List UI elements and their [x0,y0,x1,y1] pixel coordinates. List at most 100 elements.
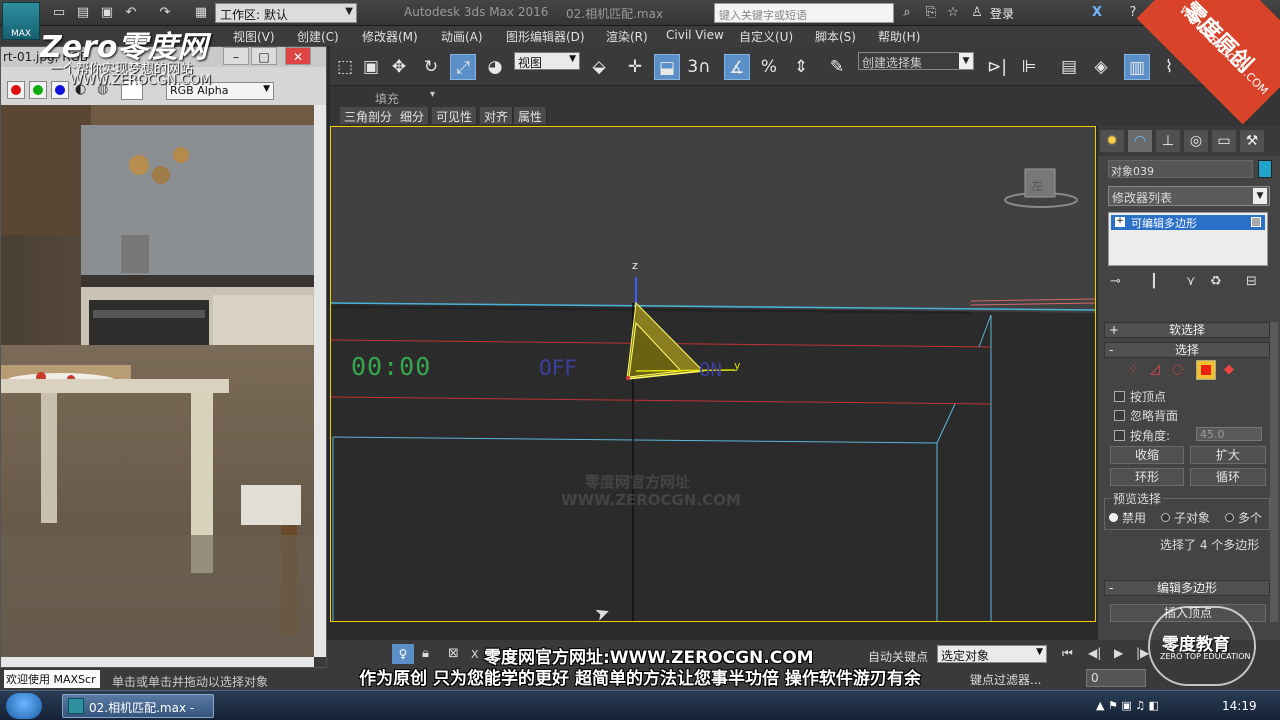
percent-snap-icon[interactable]: % [756,54,782,80]
menu-help[interactable]: 帮助(H) [878,28,920,45]
motion-tab-icon[interactable]: ◎ [1184,130,1208,152]
menu-civil-view[interactable]: Civil View [666,28,724,42]
ribbon-align-button[interactable]: 对齐 [480,107,514,124]
scene-explorer-icon[interactable]: ▥ [1124,54,1150,80]
edit-polygons-rollout[interactable]: - 编辑多边形 [1104,580,1270,596]
object-name-field[interactable]: 对象039 [1108,160,1253,178]
modifier-list-dropdown[interactable]: 修改器列表 ▼ [1108,186,1270,206]
ribbon-visibility-button[interactable]: 可见性 [432,107,478,124]
stack-item-editable-poly[interactable]: + 可编辑多边形 [1111,215,1265,230]
mirror-icon[interactable]: ⊳| [984,54,1010,80]
start-button[interactable] [6,693,42,719]
pin-stack-icon[interactable]: ⊸ [1110,274,1121,289]
taskbar-item-3dsmax[interactable]: 02.相机匹配.max - ... [62,694,214,720]
reference-coordinate-dropdown[interactable]: 视图 ▼ [514,52,580,70]
grow-button[interactable]: 扩大 [1190,446,1266,464]
play-icon[interactable]: ▶ [1114,646,1123,660]
minimize-icon[interactable]: – [223,47,249,65]
display-tab-icon[interactable]: ▭ [1212,130,1236,152]
soft-selection-rollout[interactable]: + 软选择 [1104,322,1270,338]
star-icon[interactable]: ☆ [944,4,962,22]
rotate-icon[interactable]: ↻ [418,54,444,80]
undo-icon[interactable]: ↶ [122,4,140,22]
by-angle-checkbox[interactable]: 按角度: 45.0 [1114,427,1274,443]
login-link[interactable]: 登录 [990,5,1014,22]
ignore-backfacing-checkbox[interactable]: 忽略背面 [1114,407,1274,423]
perspective-viewport[interactable]: 00:00 OFF ON z y 左 零度网官方网址 WWW.ZEROCGN.C… [330,126,1096,622]
absolute-mode-icon[interactable]: ⊠ [448,646,459,661]
redo-icon[interactable]: ↷ [156,4,174,22]
new-file-icon[interactable]: ▭ [50,4,68,22]
graphite-toggle-icon[interactable]: ◈ [1088,54,1114,80]
create-tab-icon[interactable]: ✹ [1100,130,1124,152]
snap-toggle-icon[interactable]: 3∩ [686,54,712,80]
close-icon[interactable]: ✕ [285,47,311,65]
named-selection-dropdown[interactable]: 创建选择集 ▼ [858,52,974,70]
user-icon[interactable]: ♙ [968,4,986,22]
project-folder-icon[interactable]: ▦ [192,4,210,22]
binoculars-icon[interactable]: ⌕ [898,4,916,22]
edit-named-selection-icon[interactable]: ✎ [824,54,850,80]
menu-rendering[interactable]: 渲染(R) [606,28,648,45]
edge-mode-icon[interactable]: ◿ [1150,362,1160,377]
exchange-icon[interactable]: X [1088,4,1106,22]
key-object-dropdown[interactable]: 选定对象 ▼ [937,645,1047,663]
polygon-mode-icon[interactable] [1196,360,1216,380]
utilities-tab-icon[interactable]: ⚒ [1240,130,1264,152]
previous-frame-icon[interactable]: ◀| [1088,646,1101,660]
search-input[interactable]: 键入关键字或短语 [714,3,894,23]
menu-animation[interactable]: 动画(A) [441,28,483,45]
shrink-button[interactable]: 收缩 [1110,446,1184,464]
align-icon[interactable]: ⊫ [1016,54,1042,80]
layer-manager-icon[interactable]: ▤ [1056,54,1082,80]
make-unique-icon[interactable]: ⋎ [1186,274,1196,289]
green-channel-button[interactable] [29,81,47,99]
vertex-mode-icon[interactable]: ⁘ [1128,362,1139,377]
go-to-start-icon[interactable]: ⏮ [1062,646,1073,661]
menu-view[interactable]: 视图(V) [233,28,275,45]
blue-channel-button[interactable] [51,81,69,99]
save-icon[interactable]: ▣ [98,4,116,22]
selection-rollout[interactable]: - 选择 [1104,342,1270,358]
loop-button[interactable]: 循环 [1190,468,1266,486]
select-manipulate-icon[interactable]: ✛ [622,54,648,80]
ribbon-properties-button[interactable]: 属性 [514,107,548,124]
remove-modifier-icon[interactable]: ♻ [1210,274,1222,289]
auto-key-button[interactable]: 自动关键点 [868,648,928,665]
maximize-icon[interactable]: □ [251,47,277,65]
spinner-snap-icon[interactable]: ⇕ [788,54,814,80]
ring-button[interactable]: 环形 [1110,468,1184,486]
scale-icon[interactable]: ⤢ [450,54,476,80]
ribbon-triangulate-button[interactable]: 三角剖分 [340,107,398,124]
lock-icon[interactable]: 🔒︎ [422,646,429,661]
by-vertex-checkbox[interactable]: 按顶点 [1114,388,1274,404]
open-file-icon[interactable]: ▤ [74,4,92,22]
hierarchy-tab-icon[interactable]: ⊥ [1156,130,1180,152]
key-filters-button[interactable]: 键点过滤器... [970,671,1041,688]
system-tray-icons[interactable]: ▲ ⚑ ▣ ♫ ◧ [1096,699,1159,712]
element-mode-icon[interactable]: ◆ [1224,362,1234,377]
menu-graph-editors[interactable]: 图形编辑器(D) [506,28,585,45]
ribbon-dropdown-icon[interactable]: ▾ [430,89,435,100]
menu-create[interactable]: 创建(C) [297,28,339,45]
preview-multi-radio[interactable]: 多个 [1225,509,1262,526]
menu-scripting[interactable]: 脚本(S) [815,28,856,45]
object-color-swatch[interactable] [1258,160,1272,178]
maxscript-listener[interactable]: 欢迎使用 MAXScr [4,670,100,688]
command-panel-scrollbar[interactable] [1270,322,1278,622]
placement-icon[interactable]: ◕ [482,54,508,80]
preview-off-radio[interactable]: 禁用 [1109,509,1146,526]
configure-modifier-sets-icon[interactable]: ⊟ [1246,274,1257,289]
preview-subobject-radio[interactable]: 子对象 [1161,509,1210,526]
modify-tab-icon[interactable]: ◠ [1128,130,1152,152]
expand-icon[interactable]: + [1115,217,1125,227]
menu-modifiers[interactable]: 修改器(M) [362,28,418,45]
workspace-dropdown[interactable]: 工作区: 默认 ▼ [215,3,357,23]
angle-spinner[interactable]: 45.0 [1196,427,1262,441]
red-channel-button[interactable] [7,81,25,99]
border-mode-icon[interactable]: ◌ [1172,362,1183,377]
ribbon-subdivide-button[interactable]: 细分 [396,107,430,124]
show-end-result-icon[interactable]: ┃ [1150,274,1158,289]
move-icon[interactable]: ✥ [386,54,412,80]
subscription-icon[interactable]: ⎘ [922,4,940,22]
